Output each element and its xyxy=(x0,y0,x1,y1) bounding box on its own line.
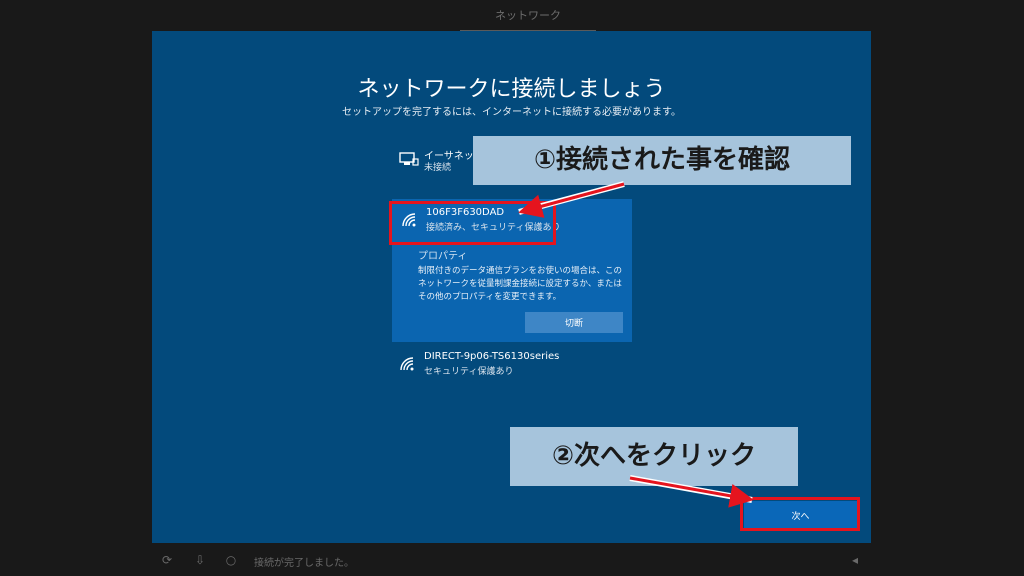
accessibility-icon[interactable]: ⟳ xyxy=(160,553,174,567)
ethernet-icon xyxy=(399,152,419,166)
wifi-icon xyxy=(400,357,414,371)
callout-confirm-connection: ①接続された事を確認 xyxy=(473,136,851,185)
disconnect-button[interactable]: 切断 xyxy=(525,312,623,333)
network-name: DIRECT-9p06-TS6130series xyxy=(424,351,560,362)
properties-description: 制限付きのデータ通信プランをお使いの場合は、このネットワークを従量制課金接続に設… xyxy=(418,266,623,302)
network-item-direct-printer[interactable]: DIRECT-9p06-TS6130series セキュリティ保護あり xyxy=(398,351,648,379)
page-subtitle: セットアップを完了するには、インターネットに接続する必要があります。 xyxy=(342,107,681,118)
network-status: セキュリティ保護あり xyxy=(424,367,514,377)
volume-icon[interactable]: ◂ xyxy=(848,553,862,567)
microphone-icon[interactable]: ⇩ xyxy=(193,553,207,567)
highlight-connected-network xyxy=(389,201,556,245)
network-status: 未接続 xyxy=(424,163,452,173)
status-text: 接続が完了しました。 xyxy=(254,558,354,569)
properties-link[interactable]: プロパティ xyxy=(418,247,467,262)
highlight-next-button xyxy=(740,497,860,531)
callout-click-next: ②次へをクリック xyxy=(510,427,798,486)
bottom-bar: ⟳ ⇩ ○ 接続が完了しました。 ◂ xyxy=(0,545,1024,576)
page-title: ネットワークに接続しましょう xyxy=(357,77,666,102)
power-icon[interactable]: ○ xyxy=(224,553,238,567)
top-tab-network: ネットワーク xyxy=(460,4,596,31)
